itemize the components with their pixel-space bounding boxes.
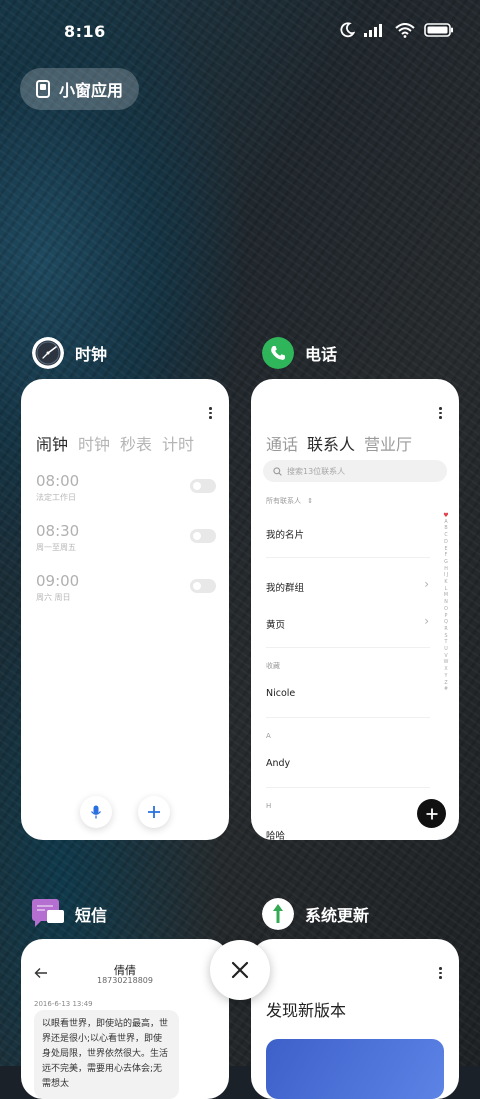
divider xyxy=(266,647,430,648)
app-card-phone[interactable]: 通话 联系人 营业厅 搜索13位联系人 所有联系人 ⇕ 我的名片 我的群组 › … xyxy=(251,379,459,840)
app-header-phone[interactable]: 电话 xyxy=(262,337,337,369)
signal-icon xyxy=(364,24,382,37)
alarm-toggle[interactable] xyxy=(190,579,216,593)
clear-all-button[interactable] xyxy=(210,940,270,1000)
app-header-system-update[interactable]: 系统更新 xyxy=(262,898,369,930)
tab-calls[interactable]: 通话 xyxy=(266,431,298,455)
contact-nicole[interactable]: Nicole xyxy=(266,688,295,699)
phone-app-icon xyxy=(262,337,294,369)
search-placeholder: 搜索13位联系人 xyxy=(287,466,346,476)
app-header-sms[interactable]: 短信 xyxy=(32,898,107,930)
battery-icon xyxy=(424,23,453,37)
more-options-icon[interactable] xyxy=(438,407,442,419)
status-icons xyxy=(339,22,454,38)
update-title: 发现新版本 xyxy=(266,1001,347,1020)
favorites-heart-icon: ♥ xyxy=(443,512,449,519)
alarm-toggle[interactable] xyxy=(190,529,216,543)
floating-window-label: 小窗应用 xyxy=(59,81,124,100)
contact-filter-dropdown[interactable]: 所有联系人 ⇕ xyxy=(266,496,313,506)
plus-icon xyxy=(148,806,160,818)
moon-icon xyxy=(340,22,355,38)
alarm-item[interactable]: 08:30 周一至周五 xyxy=(36,522,216,553)
status-bar: 8:16 xyxy=(0,0,480,62)
section-a-label: A xyxy=(266,732,271,740)
section-h-label: H xyxy=(266,802,272,810)
contact-haha[interactable]: 哈哈 xyxy=(266,828,285,840)
alphabet-index[interactable]: ♥ A B C D E F G H I J K L M N O P Q R S … xyxy=(443,512,449,694)
search-icon xyxy=(273,466,282,476)
sort-arrows-icon: ⇕ xyxy=(307,497,314,505)
section-favorites-label: 收藏 xyxy=(266,662,280,670)
sms-app-icon xyxy=(32,899,64,927)
alarm-time: 08:30 xyxy=(36,522,80,540)
tab-contacts[interactable]: 联系人 xyxy=(307,431,355,455)
phone-tabs: 通话 联系人 营业厅 xyxy=(266,431,412,455)
alarm-repeat: 周一至周五 xyxy=(36,543,76,552)
app-header-clock[interactable]: 时钟 xyxy=(32,337,107,369)
plus-icon xyxy=(426,808,437,819)
tab-service-hall[interactable]: 营业厅 xyxy=(364,431,412,455)
message-bubble[interactable]: 以眼看世界，即使站的最高，世界还是很小;以心看世界，即使身处局限，世界依然很大。… xyxy=(34,1010,179,1099)
alphabet-letters: A B C D E F G H I J K L M N O P Q R S T … xyxy=(443,519,449,693)
app-name-clock: 时钟 xyxy=(75,345,108,364)
chevron-right-icon: › xyxy=(424,614,429,628)
voice-alarm-button[interactable] xyxy=(80,796,112,828)
contact-filter-label: 所有联系人 xyxy=(266,497,301,505)
alarm-item[interactable]: 09:00 周六 周日 xyxy=(36,572,216,603)
add-alarm-button[interactable] xyxy=(138,796,170,828)
clock-tabs: 闹钟 时钟 秒表 计时 xyxy=(36,431,194,455)
app-card-system-update[interactable]: 发现新版本 xyxy=(251,939,459,1099)
yellow-pages-item[interactable]: 黄页 xyxy=(266,617,285,631)
more-options-icon[interactable] xyxy=(208,407,212,419)
alarm-item[interactable]: 08:00 法定工作日 xyxy=(36,472,216,503)
app-card-sms[interactable]: 倩倩 18730218809 2016-6-13 13:49 以眼看世界，即使站… xyxy=(21,939,229,1099)
my-card-item[interactable]: 我的名片 xyxy=(266,527,304,541)
sms-date: 2016-6-13 13:49 xyxy=(34,1000,93,1008)
tab-timer[interactable]: 计时 xyxy=(162,431,194,455)
system-update-icon xyxy=(262,898,294,930)
alarm-repeat: 周六 周日 xyxy=(36,593,71,602)
tab-alarm[interactable]: 闹钟 xyxy=(36,431,68,455)
chevron-right-icon: › xyxy=(424,577,429,591)
status-time: 8:16 xyxy=(64,22,106,41)
clock-app-icon xyxy=(32,337,64,369)
contact-andy[interactable]: Andy xyxy=(266,758,290,769)
alarm-time: 08:00 xyxy=(36,472,80,490)
add-contact-button[interactable] xyxy=(417,799,446,828)
alarm-time: 09:00 xyxy=(36,572,80,590)
floating-window-icon xyxy=(36,80,50,98)
app-name-sms: 短信 xyxy=(75,906,108,925)
tab-clock[interactable]: 时钟 xyxy=(78,431,110,455)
wifi-icon xyxy=(395,22,415,38)
more-options-icon[interactable] xyxy=(438,967,442,979)
close-icon xyxy=(231,961,249,979)
alarm-toggle[interactable] xyxy=(190,479,216,493)
my-groups-item[interactable]: 我的群组 xyxy=(266,580,304,594)
app-name-phone: 电话 xyxy=(305,345,338,364)
app-card-clock[interactable]: 闹钟 时钟 秒表 计时 08:00 法定工作日 08:30 周一至周五 09:0… xyxy=(21,379,229,840)
alarm-repeat: 法定工作日 xyxy=(36,493,76,502)
microphone-icon xyxy=(90,805,102,819)
contact-search-input[interactable]: 搜索13位联系人 xyxy=(263,460,447,482)
sms-contact-number: 18730218809 xyxy=(97,976,153,985)
divider xyxy=(266,787,430,788)
update-banner xyxy=(266,1039,444,1099)
tab-stopwatch[interactable]: 秒表 xyxy=(120,431,152,455)
app-name-system-update: 系统更新 xyxy=(305,906,370,925)
divider xyxy=(266,557,430,558)
divider xyxy=(266,717,430,718)
floating-window-apps-button[interactable]: 小窗应用 xyxy=(20,68,139,110)
